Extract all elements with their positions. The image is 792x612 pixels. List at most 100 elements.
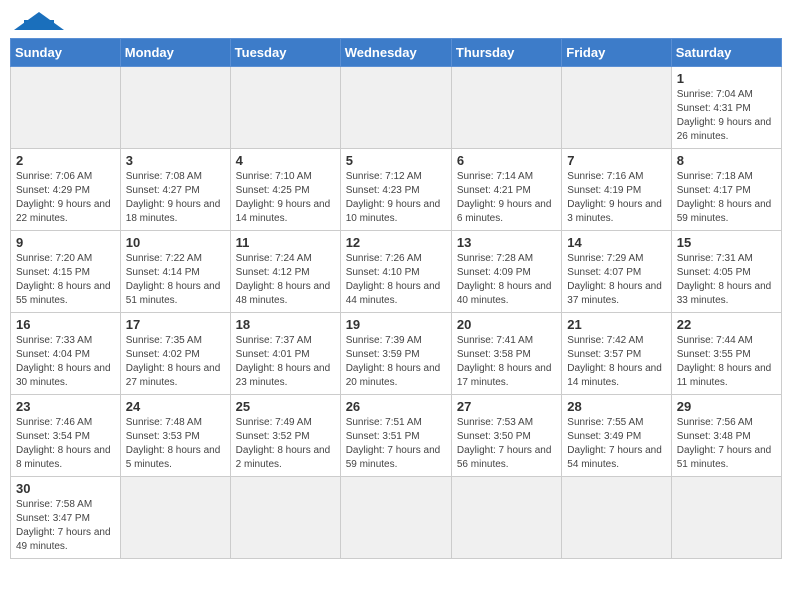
day-cell: 13 Sunrise: 7:28 AM Sunset: 4:09 PM Dayli… — [451, 231, 561, 313]
day-cell: 1 Sunrise: 7:04 AM Sunset: 4:31 PM Daylig… — [671, 67, 781, 149]
day-number: 15 — [677, 235, 776, 250]
day-cell — [11, 67, 121, 149]
week-row-2: 9Sunrise: 7:20 AM Sunset: 4:15 PM Daylig… — [11, 231, 782, 313]
day-cell: 24Sunrise: 7:48 AM Sunset: 3:53 PM Dayli… — [120, 395, 230, 477]
day-cell: 15 Sunrise: 7:31 AM Sunset: 4:05 PM Dayli… — [671, 231, 781, 313]
day-number: 17 — [126, 317, 225, 332]
day-cell: 6 Sunrise: 7:14 AM Sunset: 4:21 PM Daylig… — [451, 149, 561, 231]
week-row-1: 2Sunrise: 7:06 AM Sunset: 4:29 PM Daylig… — [11, 149, 782, 231]
day-cell — [562, 477, 671, 559]
day-info: Sunrise: 7:16 AM Sunset: 4:19 PM Dayligh… — [567, 170, 665, 226]
day-cell: 16 Sunrise: 7:33 AM Sunset: 4:04 PM Dayli… — [11, 313, 121, 395]
day-number: 4 — [236, 153, 335, 168]
week-row-0: 1 Sunrise: 7:04 AM Sunset: 4:31 PM Daylig… — [11, 67, 782, 149]
day-info: Sunrise: 7:39 AM Sunset: 3:59 PM Dayligh… — [346, 334, 446, 390]
day-info: Sunrise: 7:56 AM Sunset: 3:48 PM Dayligh… — [677, 416, 776, 472]
day-number: 14 — [567, 235, 665, 250]
day-number: 11 — [236, 235, 335, 250]
day-info: Sunrise: 7:42 AM Sunset: 3:57 PM Dayligh… — [567, 334, 665, 390]
day-cell — [451, 477, 561, 559]
day-cell: 20 Sunrise: 7:41 AM Sunset: 3:58 PM Dayli… — [451, 313, 561, 395]
day-number: 28 — [567, 399, 665, 414]
day-cell: 22 Sunrise: 7:44 AM Sunset: 3:55 PM Dayli… — [671, 313, 781, 395]
logo — [14, 10, 64, 30]
day-info: Sunrise: 7:31 AM Sunset: 4:05 PM Dayligh… — [677, 252, 776, 308]
day-cell — [562, 67, 671, 149]
day-cell: 11 Sunrise: 7:24 AM Sunset: 4:12 PM Dayli… — [230, 231, 340, 313]
day-cell: 30Sunrise: 7:58 AM Sunset: 3:47 PM Dayli… — [11, 477, 121, 559]
day-info: Sunrise: 7:28 AM Sunset: 4:09 PM Dayligh… — [457, 252, 556, 308]
day-info: Sunrise: 7:18 AM Sunset: 4:17 PM Dayligh… — [677, 170, 776, 226]
day-cell: 7 Sunrise: 7:16 AM Sunset: 4:19 PM Daylig… — [562, 149, 671, 231]
day-number: 22 — [677, 317, 776, 332]
day-cell — [120, 477, 230, 559]
day-info: Sunrise: 7:48 AM Sunset: 3:53 PM Dayligh… — [126, 416, 225, 472]
day-info: Sunrise: 7:14 AM Sunset: 4:21 PM Dayligh… — [457, 170, 556, 226]
day-number: 30 — [16, 481, 115, 496]
day-info: Sunrise: 7:10 AM Sunset: 4:25 PM Dayligh… — [236, 170, 335, 226]
day-number: 1 — [677, 71, 776, 86]
day-info: Sunrise: 7:49 AM Sunset: 3:52 PM Dayligh… — [236, 416, 335, 472]
day-info: Sunrise: 7:33 AM Sunset: 4:04 PM Dayligh… — [16, 334, 115, 390]
day-cell — [230, 67, 340, 149]
day-info: Sunrise: 7:44 AM Sunset: 3:55 PM Dayligh… — [677, 334, 776, 390]
day-cell: 18 Sunrise: 7:37 AM Sunset: 4:01 PM Dayli… — [230, 313, 340, 395]
day-number: 25 — [236, 399, 335, 414]
day-info: Sunrise: 7:51 AM Sunset: 3:51 PM Dayligh… — [346, 416, 446, 472]
header-saturday: Saturday — [671, 39, 781, 67]
day-number: 20 — [457, 317, 556, 332]
day-cell: 25 Sunrise: 7:49 AM Sunset: 3:52 PM Dayli… — [230, 395, 340, 477]
day-number: 26 — [346, 399, 446, 414]
header-thursday: Thursday — [451, 39, 561, 67]
logo-icon — [14, 12, 64, 30]
day-cell: 3Sunrise: 7:08 AM Sunset: 4:27 PM Daylig… — [120, 149, 230, 231]
day-number: 19 — [346, 317, 446, 332]
day-cell: 28 Sunrise: 7:55 AM Sunset: 3:49 PM Dayli… — [562, 395, 671, 477]
day-info: Sunrise: 7:24 AM Sunset: 4:12 PM Dayligh… — [236, 252, 335, 308]
day-info: Sunrise: 7:04 AM Sunset: 4:31 PM Dayligh… — [677, 88, 776, 144]
day-cell: 14 Sunrise: 7:29 AM Sunset: 4:07 PM Dayli… — [562, 231, 671, 313]
header-tuesday: Tuesday — [230, 39, 340, 67]
header-monday: Monday — [120, 39, 230, 67]
day-number: 21 — [567, 317, 665, 332]
day-cell — [340, 477, 451, 559]
day-cell — [671, 477, 781, 559]
day-number: 9 — [16, 235, 115, 250]
day-info: Sunrise: 7:41 AM Sunset: 3:58 PM Dayligh… — [457, 334, 556, 390]
day-cell: 17Sunrise: 7:35 AM Sunset: 4:02 PM Dayli… — [120, 313, 230, 395]
day-info: Sunrise: 7:53 AM Sunset: 3:50 PM Dayligh… — [457, 416, 556, 472]
day-cell: 2Sunrise: 7:06 AM Sunset: 4:29 PM Daylig… — [11, 149, 121, 231]
day-number: 23 — [16, 399, 115, 414]
day-number: 7 — [567, 153, 665, 168]
day-number: 27 — [457, 399, 556, 414]
day-info: Sunrise: 7:55 AM Sunset: 3:49 PM Dayligh… — [567, 416, 665, 472]
day-info: Sunrise: 7:08 AM Sunset: 4:27 PM Dayligh… — [126, 170, 225, 226]
page-header — [10, 10, 782, 30]
week-row-3: 16 Sunrise: 7:33 AM Sunset: 4:04 PM Dayli… — [11, 313, 782, 395]
week-row-5: 30Sunrise: 7:58 AM Sunset: 3:47 PM Dayli… — [11, 477, 782, 559]
header-friday: Friday — [562, 39, 671, 67]
day-number: 16 — [16, 317, 115, 332]
day-number: 13 — [457, 235, 556, 250]
week-row-4: 23Sunrise: 7:46 AM Sunset: 3:54 PM Dayli… — [11, 395, 782, 477]
day-cell — [340, 67, 451, 149]
calendar-table: SundayMondayTuesdayWednesdayThursdayFrid… — [10, 38, 782, 559]
day-cell: 4 Sunrise: 7:10 AM Sunset: 4:25 PM Daylig… — [230, 149, 340, 231]
day-cell: 29 Sunrise: 7:56 AM Sunset: 3:48 PM Dayli… — [671, 395, 781, 477]
day-info: Sunrise: 7:37 AM Sunset: 4:01 PM Dayligh… — [236, 334, 335, 390]
day-cell: 27 Sunrise: 7:53 AM Sunset: 3:50 PM Dayli… — [451, 395, 561, 477]
day-cell: 10Sunrise: 7:22 AM Sunset: 4:14 PM Dayli… — [120, 231, 230, 313]
day-cell: 12Sunrise: 7:26 AM Sunset: 4:10 PM Dayli… — [340, 231, 451, 313]
header-wednesday: Wednesday — [340, 39, 451, 67]
day-info: Sunrise: 7:12 AM Sunset: 4:23 PM Dayligh… — [346, 170, 446, 226]
day-number: 29 — [677, 399, 776, 414]
day-info: Sunrise: 7:29 AM Sunset: 4:07 PM Dayligh… — [567, 252, 665, 308]
day-info: Sunrise: 7:26 AM Sunset: 4:10 PM Dayligh… — [346, 252, 446, 308]
day-number: 18 — [236, 317, 335, 332]
day-cell: 21 Sunrise: 7:42 AM Sunset: 3:57 PM Dayli… — [562, 313, 671, 395]
day-cell — [230, 477, 340, 559]
day-number: 6 — [457, 153, 556, 168]
day-cell: 26 Sunrise: 7:51 AM Sunset: 3:51 PM Dayli… — [340, 395, 451, 477]
day-cell: 9Sunrise: 7:20 AM Sunset: 4:15 PM Daylig… — [11, 231, 121, 313]
day-info: Sunrise: 7:22 AM Sunset: 4:14 PM Dayligh… — [126, 252, 225, 308]
